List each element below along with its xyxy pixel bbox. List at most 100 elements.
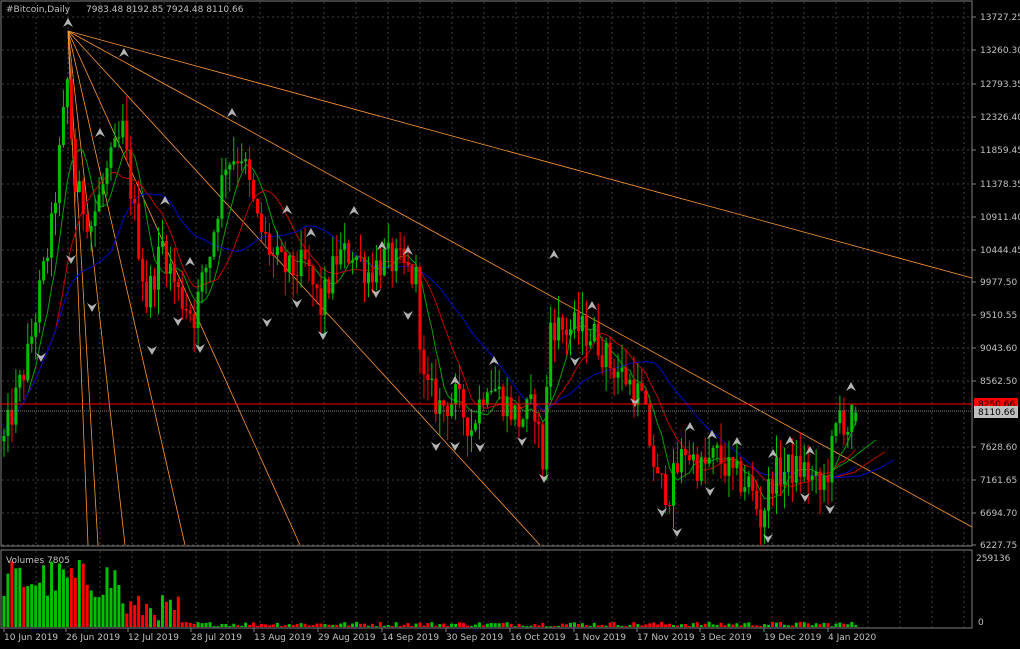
volume-pane-label: Volumes 7805 bbox=[6, 556, 70, 566]
candle-body bbox=[691, 454, 695, 461]
candle-body bbox=[252, 179, 256, 200]
candle-body bbox=[466, 417, 469, 436]
candle-body bbox=[572, 312, 576, 330]
chart-ohlc-label: 7983.48 8192.85 7924.48 8110.66 bbox=[86, 5, 244, 15]
volume-bar bbox=[394, 622, 398, 627]
candle-body bbox=[204, 267, 208, 273]
volume-bar bbox=[632, 622, 636, 627]
volume-bar bbox=[497, 623, 501, 627]
candle-body bbox=[141, 258, 145, 282]
candle-body bbox=[438, 400, 442, 414]
volume-bar bbox=[826, 623, 830, 627]
volume-bar bbox=[232, 623, 236, 627]
candle-body bbox=[786, 454, 790, 472]
candle-body bbox=[731, 457, 735, 469]
volume-bar bbox=[588, 625, 592, 627]
volume-bar bbox=[533, 624, 537, 627]
candle-body bbox=[200, 272, 204, 292]
candle-body bbox=[763, 510, 767, 528]
price-tick-label: 7628.60 bbox=[980, 443, 1017, 453]
candle-body bbox=[394, 248, 398, 272]
volume-bar bbox=[711, 624, 715, 627]
volume-bar bbox=[26, 586, 30, 627]
candle-body bbox=[153, 275, 157, 290]
price-tick-label: 10911.40 bbox=[980, 213, 1020, 223]
candle-body bbox=[675, 463, 679, 473]
volume-bar bbox=[240, 625, 244, 627]
candle-body bbox=[830, 436, 834, 483]
candle-body bbox=[755, 490, 759, 510]
candle-body bbox=[687, 455, 691, 461]
candle-body bbox=[315, 284, 319, 289]
trading-chart-window[interactable]: 13727.25 13260.30 12793.35 12326.40 11859.45… bbox=[0, 0, 1020, 649]
volume-bar bbox=[133, 605, 137, 627]
candle-body bbox=[85, 214, 89, 232]
volume-bar bbox=[553, 625, 557, 627]
candle-body bbox=[672, 463, 675, 506]
candle-body bbox=[790, 454, 794, 483]
volume-bar bbox=[846, 624, 850, 627]
volume-bar bbox=[93, 596, 97, 627]
volume-bar bbox=[695, 622, 699, 627]
candle-body bbox=[695, 454, 699, 481]
volume-bar bbox=[188, 622, 192, 627]
volume-bar bbox=[137, 595, 141, 627]
volume-bar bbox=[34, 585, 38, 627]
candle-body bbox=[751, 476, 755, 491]
volume-bar bbox=[279, 626, 283, 628]
volume-bar bbox=[410, 625, 414, 627]
candle-body bbox=[842, 410, 846, 435]
volume-bar bbox=[30, 584, 34, 627]
volume-bar bbox=[343, 622, 347, 627]
volume-bar bbox=[252, 622, 256, 627]
candle-body bbox=[73, 138, 77, 193]
volume-bar bbox=[50, 561, 54, 627]
candle-body bbox=[513, 405, 517, 420]
volume-bar bbox=[359, 623, 363, 627]
volume-bar bbox=[145, 603, 149, 627]
candle-body bbox=[422, 349, 426, 375]
volume-bar bbox=[731, 624, 735, 627]
volume-bar bbox=[283, 625, 287, 627]
volume-bar bbox=[727, 623, 731, 627]
candle-body bbox=[149, 275, 153, 308]
candle-body bbox=[271, 254, 275, 256]
candle-body bbox=[180, 287, 184, 309]
volume-bar bbox=[6, 573, 10, 627]
chart-background bbox=[0, 0, 1020, 649]
candle-body bbox=[668, 504, 672, 506]
volume-bar bbox=[477, 622, 481, 627]
time-tick-label: 30 Sep 2019 bbox=[446, 633, 503, 643]
volume-bar bbox=[370, 623, 374, 627]
volume-bar bbox=[739, 625, 743, 627]
volume-bar bbox=[180, 622, 184, 627]
volume-bar bbox=[561, 623, 565, 627]
volume-bar bbox=[263, 624, 267, 627]
volume-bar bbox=[248, 624, 252, 627]
candle-body bbox=[335, 256, 339, 265]
candle-body bbox=[299, 249, 303, 277]
volume-bar bbox=[592, 622, 596, 627]
volume-bar bbox=[164, 601, 168, 627]
candle-body bbox=[212, 232, 216, 257]
volume-bar bbox=[604, 625, 608, 627]
candle-body bbox=[283, 251, 287, 273]
volume-max-label: 259136 bbox=[976, 554, 1011, 564]
time-tick-label: 19 Dec 2019 bbox=[764, 633, 822, 643]
candle-body bbox=[319, 288, 323, 316]
candle-body bbox=[121, 120, 125, 138]
candle-body bbox=[402, 248, 406, 263]
candle-body bbox=[236, 161, 240, 164]
volume-bar bbox=[200, 623, 204, 627]
time-tick-label: 12 Jul 2019 bbox=[128, 633, 179, 643]
candle-body bbox=[410, 265, 414, 285]
volume-bar bbox=[319, 623, 323, 627]
candle-body bbox=[588, 341, 592, 346]
volume-bar bbox=[743, 623, 747, 627]
candle-body bbox=[327, 279, 331, 294]
candle-body bbox=[168, 263, 172, 274]
candle-body bbox=[838, 410, 842, 424]
candle-body bbox=[822, 475, 826, 490]
candle-body bbox=[216, 218, 220, 233]
candle-body bbox=[434, 378, 438, 414]
